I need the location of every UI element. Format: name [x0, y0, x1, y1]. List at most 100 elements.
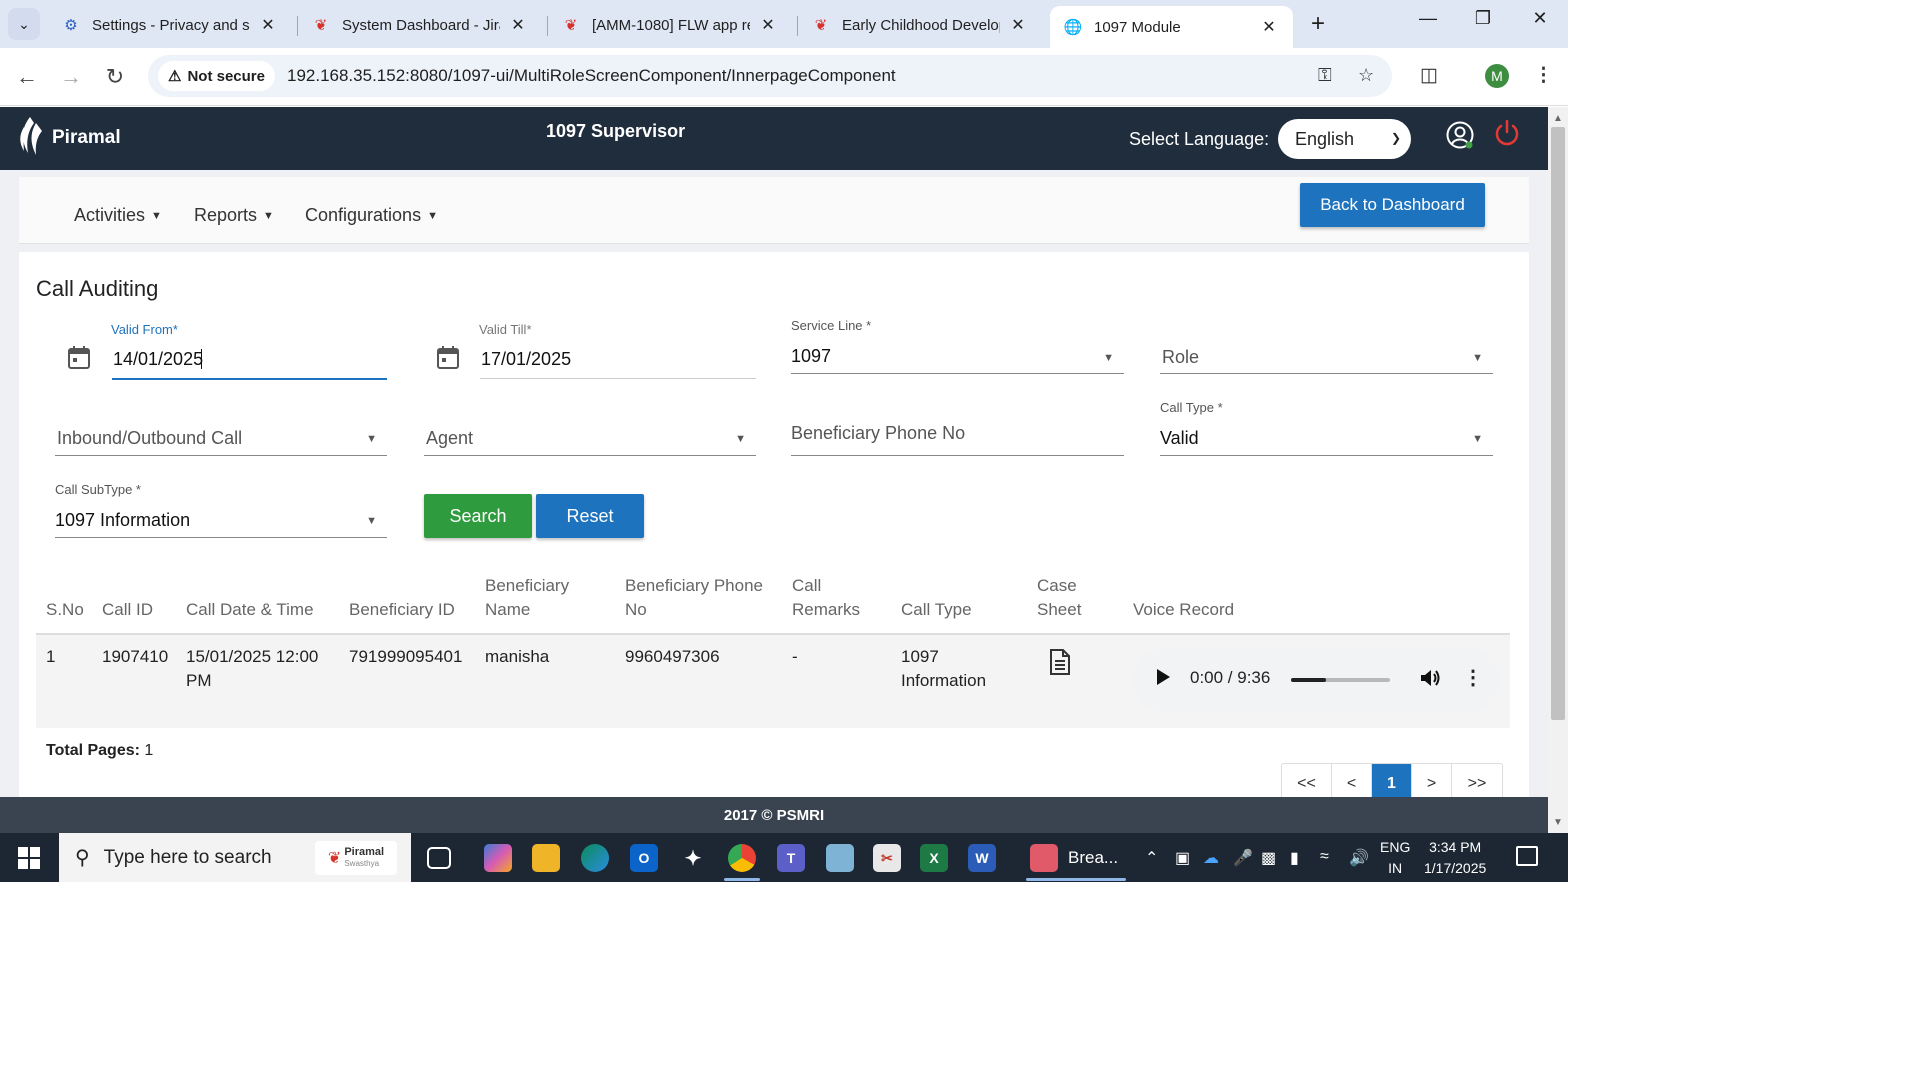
- tab-settings[interactable]: ⚙ Settings - Privacy and sec ✕: [48, 6, 292, 44]
- outlook-icon[interactable]: O: [630, 844, 658, 872]
- copilot-icon[interactable]: [484, 844, 512, 872]
- address-bar[interactable]: ⚠ Not secure 192.168.35.152:8080/1097-ui…: [148, 55, 1392, 97]
- call-subtype-label: Call SubType *: [55, 482, 141, 497]
- minimize-button[interactable]: —: [1408, 8, 1448, 29]
- word-icon[interactable]: W: [968, 844, 996, 872]
- chrome-menu-icon[interactable]: ⋮: [1534, 64, 1553, 87]
- calendar-icon[interactable]: [67, 344, 91, 370]
- call-type-select[interactable]: Call Type * Valid ▼: [1160, 400, 1493, 458]
- close-tab-icon[interactable]: ✕: [258, 15, 278, 35]
- forward-arrow-icon[interactable]: →: [57, 64, 85, 90]
- close-tab-icon[interactable]: ✕: [1259, 17, 1279, 37]
- cell-sno: 1: [46, 647, 56, 666]
- restore-button[interactable]: ❐: [1463, 8, 1503, 29]
- valid-from-field[interactable]: Valid From* 14/01/2025: [65, 322, 387, 380]
- close-tab-icon[interactable]: ✕: [508, 15, 528, 35]
- first-page-button[interactable]: <<: [1282, 764, 1332, 797]
- menu-activities[interactable]: Activities ▼: [74, 205, 162, 226]
- agent-select[interactable]: Agent ▼: [424, 400, 756, 458]
- reset-button[interactable]: Reset: [536, 494, 644, 538]
- call-type-value: Valid: [1160, 428, 1199, 448]
- excel-icon[interactable]: X: [920, 844, 948, 872]
- taskbar-search-box[interactable]: ⚲ Type here to search ❦ Piramal Swasthya: [59, 833, 411, 882]
- chrome-icon[interactable]: [728, 844, 756, 872]
- tab-amm-1080[interactable]: ❦ [AMM-1080] FLW app rel ✕: [548, 6, 792, 44]
- tab-search-dropdown[interactable]: ⌄: [8, 8, 40, 40]
- page-1-button[interactable]: 1: [1372, 764, 1412, 797]
- wifi-icon[interactable]: ≈: [1320, 848, 1329, 866]
- dropdown-arrow-icon: ▼: [366, 433, 377, 445]
- inbound-outbound-select[interactable]: Inbound/Outbound Call ▼: [55, 400, 387, 458]
- back-to-dashboard-button[interactable]: Back to Dashboard: [1300, 183, 1485, 227]
- meet-icon[interactable]: ▣: [1175, 848, 1190, 868]
- display-icon[interactable]: ▩: [1261, 848, 1276, 868]
- volume-icon[interactable]: [1419, 666, 1441, 690]
- site-security-chip[interactable]: ⚠ Not secure: [158, 61, 275, 91]
- active-app-indicator: [1026, 878, 1126, 881]
- audio-seek-slider[interactable]: [1291, 678, 1390, 682]
- tab-early-childhood[interactable]: ❦ Early Childhood Develop ✕: [798, 6, 1042, 44]
- chevron-up-icon[interactable]: ⌃: [1145, 848, 1158, 868]
- clock-time: 3:34 PM: [1429, 839, 1482, 855]
- service-line-select[interactable]: Service Line * 1097 ▼: [791, 318, 1124, 376]
- new-tab-button[interactable]: +: [1304, 10, 1332, 38]
- teams-icon[interactable]: T: [777, 844, 805, 872]
- agent-placeholder: Agent: [426, 428, 474, 448]
- profile-avatar[interactable]: M: [1485, 64, 1509, 88]
- browser-tab-strip: ⌄ ⚙ Settings - Privacy and sec ✕ ❦ Syste…: [0, 0, 1568, 48]
- task-view-icon[interactable]: [427, 847, 451, 869]
- bookmark-star-icon[interactable]: ☆: [1358, 65, 1374, 86]
- last-page-button[interactable]: >>: [1452, 764, 1502, 797]
- edge-icon[interactable]: [581, 844, 609, 872]
- page-scrollbar[interactable]: ▲ ▼: [1548, 107, 1568, 833]
- app-icon[interactable]: ✦: [679, 844, 707, 872]
- onedrive-cloud-icon[interactable]: ☁: [1203, 848, 1219, 868]
- inbound-outbound-placeholder: Inbound/Outbound Call: [57, 428, 243, 448]
- search-button[interactable]: Search: [424, 494, 532, 538]
- scroll-up-arrow-icon[interactable]: ▲: [1553, 113, 1563, 124]
- extensions-icon[interactable]: ◫: [1420, 64, 1438, 87]
- next-page-button[interactable]: >: [1412, 764, 1452, 797]
- close-tab-icon[interactable]: ✕: [758, 15, 778, 35]
- scroll-down-arrow-icon[interactable]: ▼: [1553, 817, 1563, 828]
- role-select[interactable]: Role ▼: [1160, 318, 1493, 376]
- menu-configurations[interactable]: Configurations ▼: [305, 205, 438, 226]
- tab-jira[interactable]: ❦ System Dashboard - Jira ✕: [298, 6, 542, 44]
- system-clock[interactable]: 3:34 PM 1/17/2025: [1424, 837, 1486, 879]
- menu-label: Activities: [74, 205, 146, 225]
- notepad-icon[interactable]: [826, 844, 854, 872]
- break-app-icon[interactable]: [1030, 844, 1058, 872]
- tab-1097-module[interactable]: 🌐 1097 Module ✕: [1050, 6, 1293, 48]
- previous-page-button[interactable]: <: [1332, 764, 1372, 797]
- running-app-label[interactable]: Brea...: [1068, 848, 1118, 868]
- beneficiary-phone-input[interactable]: Beneficiary Phone No: [791, 400, 1124, 458]
- menu-reports[interactable]: Reports ▼: [194, 205, 274, 226]
- password-key-icon[interactable]: ⚿: [1318, 65, 1332, 86]
- user-profile-icon[interactable]: [1445, 120, 1475, 150]
- notification-icon[interactable]: [1516, 846, 1538, 866]
- speaker-icon[interactable]: 🔊: [1349, 848, 1369, 868]
- close-tab-icon[interactable]: ✕: [1008, 15, 1028, 35]
- header-line: Call: [792, 576, 822, 595]
- battery-icon[interactable]: ▮: [1290, 848, 1299, 868]
- scrollbar-thumb[interactable]: [1551, 127, 1565, 720]
- reload-icon[interactable]: ↻: [101, 64, 129, 90]
- calendar-icon[interactable]: [436, 344, 460, 370]
- windows-start-icon[interactable]: [18, 847, 40, 869]
- back-arrow-icon[interactable]: ←: [13, 64, 41, 90]
- input-language-indicator[interactable]: ENG IN: [1380, 837, 1410, 879]
- file-explorer-icon[interactable]: [532, 844, 560, 872]
- url-text[interactable]: 192.168.35.152:8080/1097-ui/MultiRoleScr…: [287, 66, 896, 86]
- call-subtype-select[interactable]: Call SubType * 1097 Information ▼: [55, 482, 387, 540]
- more-options-icon[interactable]: ⋮: [1463, 665, 1483, 690]
- power-logout-icon[interactable]: [1492, 118, 1522, 148]
- close-window-button[interactable]: ✕: [1520, 8, 1560, 29]
- valid-till-field[interactable]: Valid Till* 17/01/2025: [434, 322, 756, 380]
- cell-beneficiary-name: manisha: [485, 647, 550, 666]
- microphone-icon[interactable]: 🎤: [1233, 848, 1253, 868]
- language-select[interactable]: English ❯: [1278, 119, 1411, 159]
- case-sheet-document-icon[interactable]: [1048, 648, 1072, 676]
- snipping-tool-icon[interactable]: ✂: [873, 844, 901, 872]
- total-pages-value: 1: [144, 742, 154, 759]
- play-icon[interactable]: [1157, 669, 1170, 685]
